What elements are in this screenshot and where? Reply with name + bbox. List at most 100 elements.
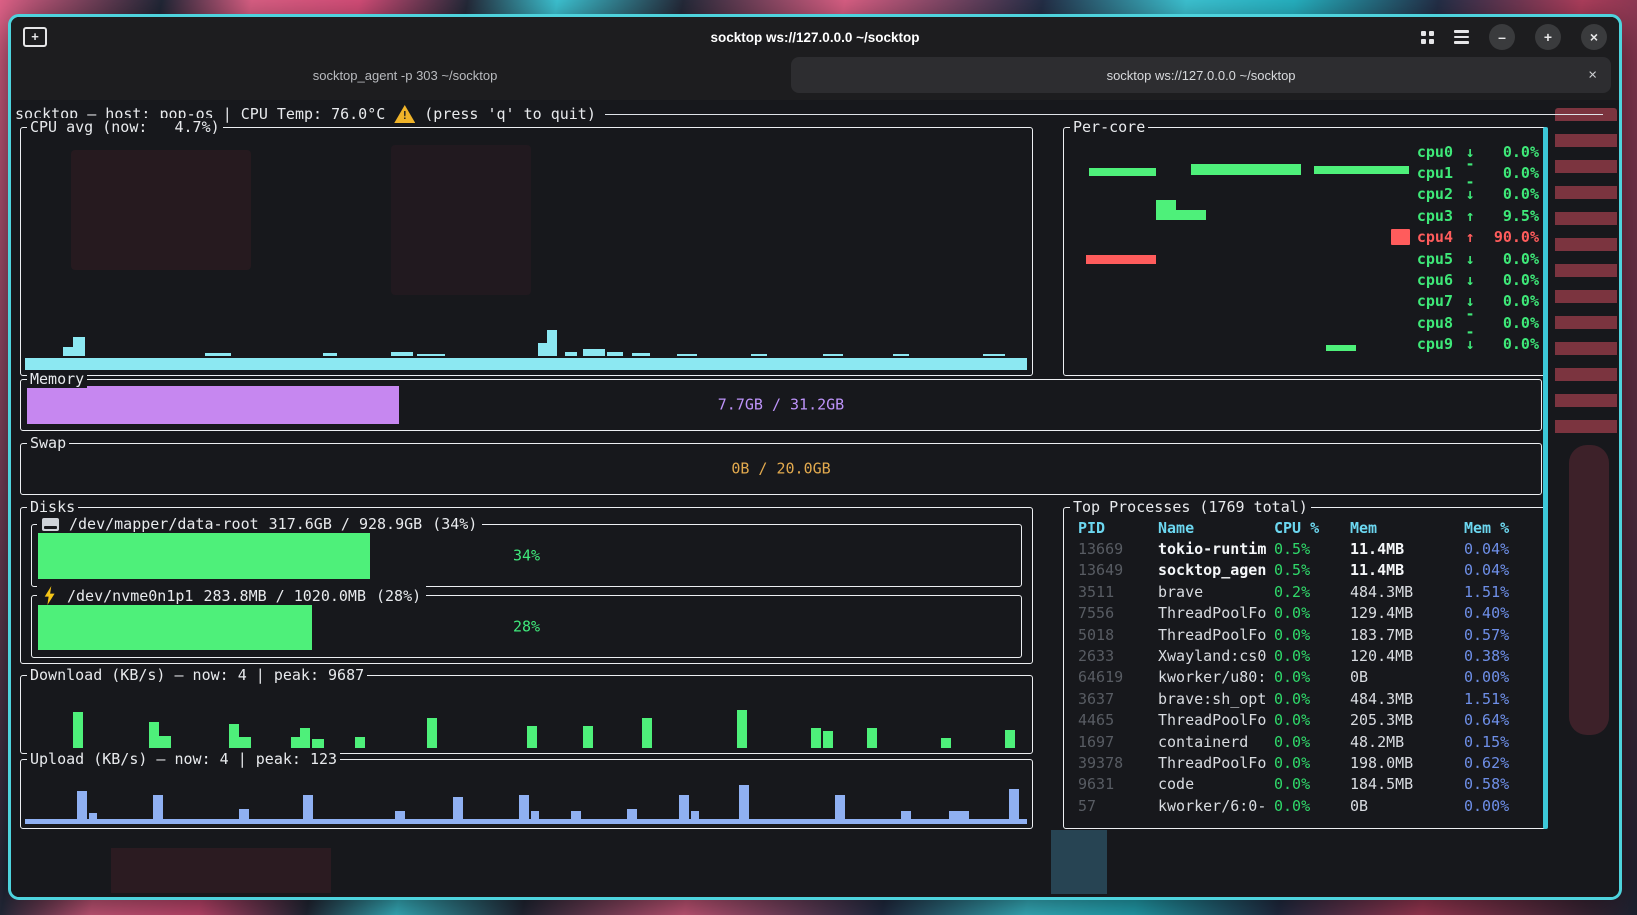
- process-pcpu: 0.0%: [1274, 604, 1350, 622]
- upload-bar: [1009, 789, 1019, 819]
- upload-bar: [739, 785, 749, 819]
- core-name: cpu3: [1417, 207, 1453, 225]
- process-pmemp: 0.00%: [1464, 797, 1540, 815]
- process-pid: 9631: [1078, 775, 1158, 793]
- cpu-spike: [547, 330, 557, 356]
- cpu-avg-panel: CPU avg (now: 4.7%): [20, 127, 1033, 376]
- process-pcpu: 0.0%: [1274, 626, 1350, 644]
- core-name: cpu0: [1417, 143, 1453, 161]
- core-name: cpu7: [1417, 292, 1453, 310]
- download-bar: [73, 712, 83, 748]
- download-bar: [300, 728, 310, 748]
- cpu-spike: [823, 354, 843, 356]
- tab-socktop-active[interactable]: socktop ws://127.0.0.0 ~/socktop ×: [791, 57, 1611, 93]
- core-graph-segment: [1326, 345, 1356, 351]
- process-pid: 1697: [1078, 733, 1158, 751]
- download-bar: [583, 726, 593, 748]
- process-pname: tokio-runtim: [1158, 540, 1274, 558]
- terminal-scrollbar[interactable]: [1543, 127, 1548, 829]
- download-bar: [149, 722, 159, 748]
- core-row: cpu8--0.0%: [1391, 312, 1539, 333]
- disk-usage: 317.6GB / 928.9GB: [269, 515, 423, 533]
- core-graph-segment: [1191, 164, 1301, 175]
- core-row: cpu4↑90.0%: [1391, 227, 1539, 248]
- lightning-icon: [42, 586, 57, 605]
- process-table-rows: 13669tokio-runtim0.5%11.4MB0.04%13649soc…: [1078, 538, 1540, 816]
- cpu-spike: [565, 352, 577, 356]
- tab-socktop-agent[interactable]: socktop_agent -p 303 ~/socktop: [19, 57, 791, 93]
- cpu-spike: [417, 354, 445, 356]
- process-pcpu: 0.2%: [1274, 583, 1350, 601]
- process-row: 57kworker/6:0-0.0%0B0.00%: [1078, 795, 1540, 816]
- process-pname: ThreadPoolFo: [1158, 754, 1274, 772]
- new-tab-button[interactable]: +: [23, 27, 47, 47]
- process-row: 1697containerd0.0%48.2MB0.15%: [1078, 731, 1540, 752]
- upload-bar: [531, 811, 539, 819]
- upload-bar: [571, 811, 581, 819]
- maximize-button[interactable]: +: [1535, 24, 1561, 50]
- process-pmem: 11.4MB: [1350, 561, 1464, 579]
- swap-usage: 0B / 20.0GB: [27, 460, 1535, 478]
- process-pmem: 11.4MB: [1350, 540, 1464, 558]
- process-pcpu: 0.0%: [1274, 775, 1350, 793]
- cpu-spike: [983, 354, 1005, 356]
- download-title: Download (KB/s) — now: 4 | peak: 9687: [27, 666, 367, 684]
- plus-icon: +: [31, 30, 39, 43]
- upload-bar: [395, 811, 405, 819]
- process-row: 2633Xwayland:cs00.0%120.4MB0.38%: [1078, 645, 1540, 666]
- upload-graph: [25, 762, 1027, 824]
- core-trend-icon: ↓: [1461, 335, 1479, 353]
- disks-title: Disks: [27, 498, 78, 516]
- menu-button[interactable]: [1454, 30, 1469, 44]
- disk-icon: [42, 518, 59, 531]
- process-pid: 3511: [1078, 583, 1158, 601]
- core-value: 0.0%: [1487, 292, 1539, 310]
- backdrop-decal: [1051, 830, 1107, 894]
- terminal-screen[interactable]: socktop — host: pop-os | CPU Temp: 76.0°…: [11, 100, 1619, 897]
- process-pmemp: 0.58%: [1464, 775, 1540, 793]
- process-pmem: 198.0MB: [1350, 754, 1464, 772]
- download-bar: [312, 739, 324, 748]
- download-bar: [941, 738, 951, 748]
- download-panel: Download (KB/s) — now: 4 | peak: 9687: [20, 675, 1033, 754]
- close-button[interactable]: ×: [1581, 24, 1607, 50]
- process-pid: 13649: [1078, 561, 1158, 579]
- quit-hint: (press 'q' to quit): [424, 105, 596, 123]
- upload-bar: [303, 795, 313, 819]
- process-pname: containerd: [1158, 733, 1274, 751]
- upload-baseline: [25, 819, 1027, 824]
- upload-bar: [679, 795, 689, 819]
- active-tab-label: socktop ws://127.0.0.0 ~/socktop: [1107, 68, 1296, 83]
- upload-bar: [835, 795, 845, 819]
- upload-panel: Upload (KB/s) — now: 4 | peak: 123: [20, 759, 1033, 829]
- process-pmemp: 0.57%: [1464, 626, 1540, 644]
- process-pname: Xwayland:cs0: [1158, 647, 1274, 665]
- core-value: 9.5%: [1487, 207, 1539, 225]
- disk-percent: (34%): [432, 515, 477, 533]
- process-row: 13649socktop_agen0.5%11.4MB0.04%: [1078, 560, 1540, 581]
- core-graph-segment: [1176, 210, 1206, 220]
- upload-bar: [239, 809, 249, 819]
- tab-close-icon[interactable]: ×: [1588, 67, 1597, 84]
- process-pmem: 129.4MB: [1350, 604, 1464, 622]
- disk-gauge-label: 28%: [38, 617, 1015, 635]
- process-pid: 39378: [1078, 754, 1158, 772]
- process-pmemp: 1.51%: [1464, 690, 1540, 708]
- process-pmemp: 0.38%: [1464, 647, 1540, 665]
- download-bar: [527, 726, 537, 748]
- process-pname: brave:sh_opt: [1158, 690, 1274, 708]
- status-header: socktop — host: pop-os | CPU Temp: 76.0°…: [15, 105, 1603, 123]
- processes-title: Top Processes (1769 total): [1070, 498, 1311, 516]
- core-value: 0.0%: [1487, 250, 1539, 268]
- upload-bar: [519, 795, 529, 819]
- tab-overview-button[interactable]: [1421, 31, 1434, 44]
- process-row: 5018ThreadPoolFo0.0%183.7MB0.57%: [1078, 624, 1540, 645]
- disk-name: /dev/mapper/data-root: [69, 515, 259, 533]
- minimize-button[interactable]: –: [1489, 24, 1515, 50]
- process-pid: 7556: [1078, 604, 1158, 622]
- process-pid: 5018: [1078, 626, 1158, 644]
- process-row: 3511brave0.2%484.3MB1.51%: [1078, 581, 1540, 602]
- process-row: 3637brave:sh_opt0.0%484.3MB1.51%: [1078, 688, 1540, 709]
- cpu-spike: [73, 337, 85, 356]
- upload-bar: [77, 791, 87, 819]
